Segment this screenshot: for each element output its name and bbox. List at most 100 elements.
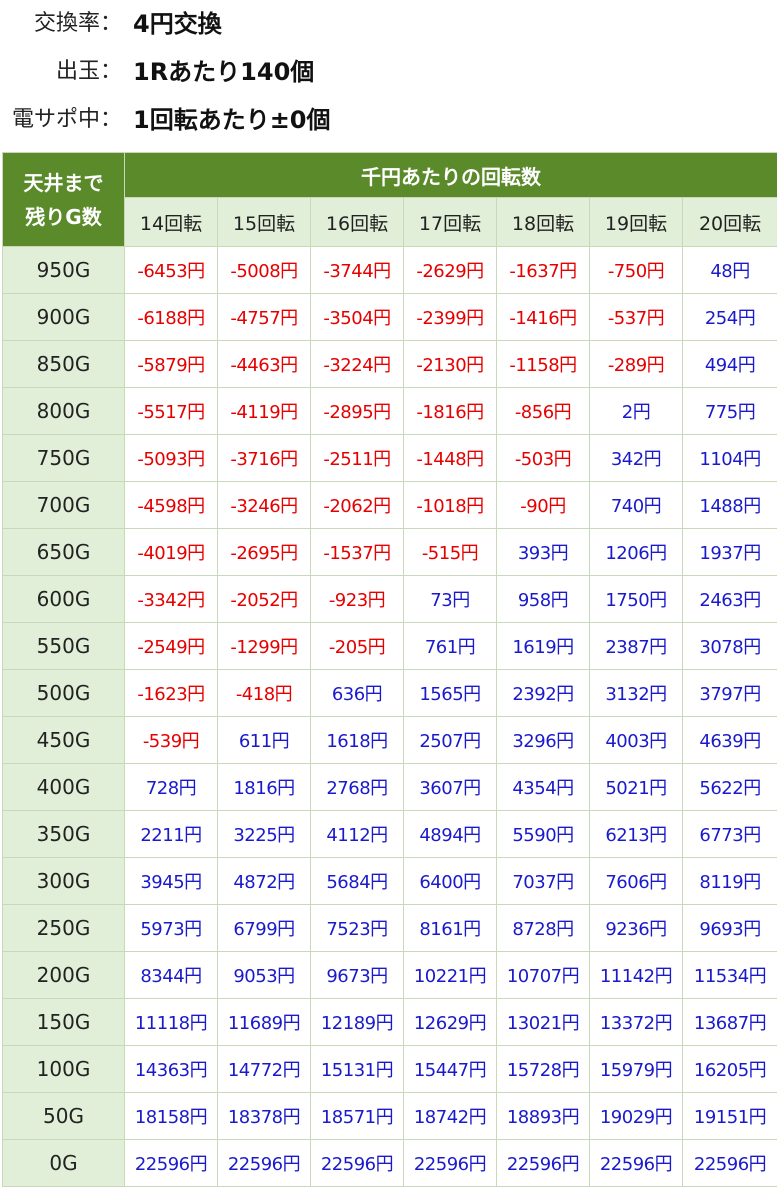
value-cell: -1816円 [403, 387, 497, 435]
value-cell: 494円 [681, 340, 777, 388]
value-cell: -3716円 [217, 434, 311, 482]
value-cell: 15447円 [403, 1045, 497, 1093]
row-label: 700G [2, 481, 125, 529]
value-cell: -1623円 [124, 669, 218, 717]
value-cell: 4639円 [681, 716, 777, 764]
value-cell: 1937円 [681, 528, 777, 576]
value-cell: 4872円 [217, 857, 311, 905]
value-cell: -2629円 [403, 246, 497, 294]
table-row: 250G 5973円 6799円 7523円 8161円 8728円 9236円 9693円 [2, 904, 777, 952]
value-cell: 8344円 [124, 951, 218, 999]
table-header-row: 天井まで 残りG数 千円あたりの回転数 [2, 151, 777, 247]
row-label: 450G [2, 716, 125, 764]
table-row: 50G 18158円 18378円 18571円 18742円 18893円 19029円 1… [2, 1092, 777, 1140]
value-cell: 3797円 [681, 669, 777, 717]
table-row: 300G 3945円 4872円 5684円 6400円 7037円 7606円 8119円 [2, 857, 777, 905]
value-cell: 22596円 [496, 1139, 590, 1187]
table-row: 600G -3342円 -2052円 -923円 73円 958円 1750円 2463円 [2, 575, 777, 623]
value-cell: 7037円 [496, 857, 590, 905]
value-cell: -3504円 [310, 293, 404, 341]
value-cell: 22596円 [589, 1139, 683, 1187]
value-cell: 11118円 [124, 998, 218, 1046]
row-label: 250G [2, 904, 125, 952]
row-label: 50G [2, 1092, 125, 1140]
value-cell: 11142円 [589, 951, 683, 999]
corner-header-line: 天井まで [23, 170, 104, 195]
table-row: 500G -1623円 -418円 636円 1565円 2392円 3132円 3797円 [2, 669, 777, 717]
value-cell: 4894円 [403, 810, 497, 858]
table-row: 150G 11118円 11689円 12189円 12629円 13021円 13372円… [2, 998, 777, 1046]
value-cell: 8161円 [403, 904, 497, 952]
value-cell: -1537円 [310, 528, 404, 576]
value-cell: 14363円 [124, 1045, 218, 1093]
value-cell: -4019円 [124, 528, 218, 576]
value-cell: 8119円 [681, 857, 777, 905]
value-cell: 22596円 [403, 1139, 497, 1187]
value-cell: -2549円 [124, 622, 218, 670]
value-cell: -1416円 [496, 293, 590, 341]
value-cell: 3607円 [403, 763, 497, 811]
group-header: 千円あたりの回転数 [123, 151, 777, 199]
row-label: 650G [2, 528, 125, 576]
value-cell: -1018円 [403, 481, 497, 529]
value-cell: 19151円 [681, 1092, 777, 1140]
info-row-support: 電サポ中： 1回転あたり±0個 [0, 96, 777, 144]
row-label: 750G [2, 434, 125, 482]
row-label: 900G [2, 293, 125, 341]
value-cell: 4112円 [310, 810, 404, 858]
value-cell: -1448円 [403, 434, 497, 482]
value-cell: -1299円 [217, 622, 311, 670]
value-cell: 9236円 [589, 904, 683, 952]
value-cell: 9053円 [217, 951, 311, 999]
value-cell: 1206円 [589, 528, 683, 576]
value-cell: -289円 [589, 340, 683, 388]
value-cell: 3225円 [217, 810, 311, 858]
value-cell: 13687円 [681, 998, 777, 1046]
value-cell: 48円 [681, 246, 777, 294]
value-cell: 6400円 [403, 857, 497, 905]
value-cell: 16205円 [681, 1045, 777, 1093]
table-row: 850G -5879円 -4463円 -3224円 -2130円 -1158円 -289円 4… [2, 340, 777, 388]
value-cell: 6213円 [589, 810, 683, 858]
value-cell: 5021円 [589, 763, 683, 811]
column-header: 16回転 [310, 197, 404, 247]
column-header: 14回転 [124, 197, 218, 247]
value-cell: 1104円 [681, 434, 777, 482]
value-cell: 3078円 [681, 622, 777, 670]
value-cell: 18158円 [124, 1092, 218, 1140]
value-cell: -3744円 [310, 246, 404, 294]
value-cell: 8728円 [496, 904, 590, 952]
value-cell: 18742円 [403, 1092, 497, 1140]
expected-value-table: 天井まで 残りG数 千円あたりの回転数 14回転 15回転 16回転 17回転 18回転… [2, 151, 777, 1187]
value-cell: 14772円 [217, 1045, 311, 1093]
value-cell: 2211円 [124, 810, 218, 858]
value-cell: -2511円 [310, 434, 404, 482]
table-row: 900G -6188円 -4757円 -3504円 -2399円 -1416円 -537円 2… [2, 293, 777, 341]
value-cell: 636円 [310, 669, 404, 717]
value-cell: -539円 [124, 716, 218, 764]
value-cell: 6773円 [681, 810, 777, 858]
table-row: 100G 14363円 14772円 15131円 15447円 15728円 15979円… [2, 1045, 777, 1093]
value-cell: 1618円 [310, 716, 404, 764]
value-cell: -90円 [496, 481, 590, 529]
value-cell: 12629円 [403, 998, 497, 1046]
value-cell: -515円 [403, 528, 497, 576]
row-label: 300G [2, 857, 125, 905]
value-cell: -2695円 [217, 528, 311, 576]
value-cell: 1750円 [589, 575, 683, 623]
value-cell: 958円 [496, 575, 590, 623]
value-cell: -2052円 [217, 575, 311, 623]
value-cell: 4003円 [589, 716, 683, 764]
value-cell: 18378円 [217, 1092, 311, 1140]
value-cell: -4119円 [217, 387, 311, 435]
value-cell: 2507円 [403, 716, 497, 764]
row-label: 800G [2, 387, 125, 435]
value-cell: 1565円 [403, 669, 497, 717]
value-cell: 22596円 [310, 1139, 404, 1187]
value-cell: 5684円 [310, 857, 404, 905]
value-cell: -6188円 [124, 293, 218, 341]
value-cell: 3296円 [496, 716, 590, 764]
value-cell: -5879円 [124, 340, 218, 388]
value-cell: -3342円 [124, 575, 218, 623]
value-cell: -2399円 [403, 293, 497, 341]
